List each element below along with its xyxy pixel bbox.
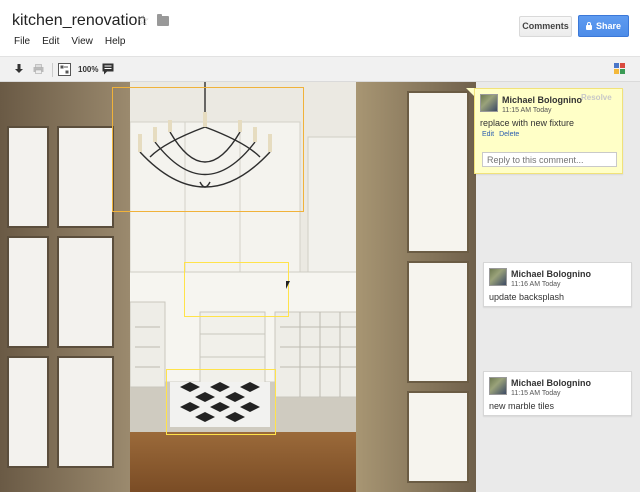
document-title[interactable]: kitchen_renovation [12, 12, 146, 30]
highlight-backsplash[interactable] [184, 262, 289, 317]
mouse-cursor [286, 281, 290, 289]
toolbar: 100% [0, 56, 640, 82]
star-icon[interactable]: ☆ [137, 12, 150, 29]
print-icon[interactable] [33, 64, 44, 74]
comment-card[interactable]: Michael Bolognino 11:16 AM Today update … [483, 262, 632, 307]
download-icon[interactable] [14, 63, 24, 75]
menu-view[interactable]: View [71, 36, 93, 47]
comment-text: update backsplash [489, 292, 565, 302]
top-bar: kitchen_renovation ☆ File Edit View Help… [0, 0, 640, 56]
comment-author: Michael Bolognino [511, 269, 591, 279]
toolbar-divider [52, 63, 53, 77]
comment-icon[interactable] [102, 63, 114, 75]
comment-time: 11:15 AM Today [502, 107, 552, 114]
avatar [480, 94, 498, 112]
menu-bar: File Edit View Help [14, 36, 125, 47]
reply-input[interactable] [482, 152, 617, 167]
image-canvas[interactable] [0, 82, 476, 492]
share-button[interactable]: Share [578, 15, 629, 37]
share-label: Share [595, 21, 621, 31]
comment-card-active[interactable]: Michael Bolognino Resolve 11:15 AM Today… [474, 88, 623, 174]
resolve-button[interactable]: Resolve [581, 93, 612, 102]
edit-link[interactable]: Edit [482, 131, 494, 138]
comment-author: Michael Bolognino [502, 95, 582, 105]
comment-actions: Edit Delete [482, 131, 519, 138]
avatar [489, 377, 507, 395]
lock-icon [585, 22, 592, 30]
menu-help[interactable]: Help [105, 36, 126, 47]
app-icon[interactable] [614, 63, 626, 75]
delete-link[interactable]: Delete [499, 131, 519, 138]
highlight-floor[interactable] [166, 369, 276, 435]
comment-text: new marble tiles [489, 401, 555, 411]
folder-icon[interactable] [157, 14, 169, 26]
comment-author: Michael Bolognino [511, 378, 591, 388]
highlight-chandelier[interactable] [112, 87, 304, 212]
avatar [489, 268, 507, 286]
comment-time: 11:15 AM Today [511, 390, 561, 397]
zoom-level[interactable]: 100% [78, 65, 98, 74]
comment-text: replace with new fixture [480, 118, 575, 128]
comments-button[interactable]: Comments [519, 16, 572, 37]
menu-edit[interactable]: Edit [42, 36, 59, 47]
menu-file[interactable]: File [14, 36, 30, 47]
comment-card[interactable]: Michael Bolognino 11:15 AM Today new mar… [483, 371, 632, 416]
fit-icon[interactable] [58, 63, 71, 76]
comment-time: 11:16 AM Today [511, 281, 561, 288]
